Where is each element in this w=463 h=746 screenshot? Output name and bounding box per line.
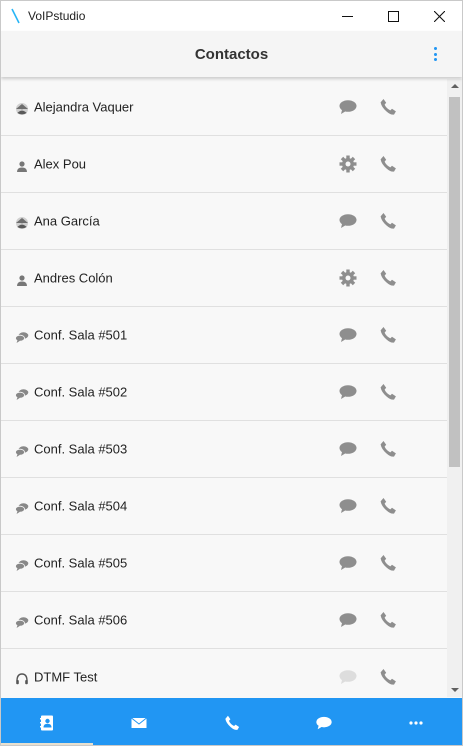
window-title: VoIPstudio xyxy=(28,9,86,23)
gear-icon[interactable] xyxy=(338,268,358,288)
nav-phone[interactable] xyxy=(185,698,277,745)
phone-icon[interactable] xyxy=(378,325,398,345)
contact-name: Conf. Sala #504 xyxy=(34,498,128,514)
page-title: Contactos xyxy=(194,45,269,63)
contact-name: Conf. Sala #502 xyxy=(34,384,128,400)
envelope-icon xyxy=(130,714,148,732)
contact-name: DTMF Test xyxy=(34,669,98,685)
phone-icon[interactable] xyxy=(378,268,398,288)
conference-icon xyxy=(15,501,29,515)
chat-bubble-icon[interactable] xyxy=(338,439,358,459)
user-circle-icon xyxy=(15,102,29,116)
title-bar[interactable]: VoIPstudio xyxy=(1,1,462,31)
contact-name: Alex Pou xyxy=(34,156,87,172)
voipstudio-logo-icon xyxy=(11,8,20,24)
contact-row[interactable]: Conf. Sala #501 xyxy=(1,307,447,364)
more-options-icon[interactable] xyxy=(430,45,440,63)
chat-bubble-icon[interactable] xyxy=(338,496,358,516)
chat-bubble-disabled-icon xyxy=(338,667,358,687)
app-window: VoIPstudio Contactos Alejandra Vaquer Ale… xyxy=(0,0,463,746)
phone-icon[interactable] xyxy=(378,496,398,516)
contact-row[interactable]: Alex Pou xyxy=(1,136,447,193)
chat-bubble-icon[interactable] xyxy=(338,553,358,573)
phone-icon[interactable] xyxy=(378,382,398,402)
minimize-icon xyxy=(341,15,353,17)
scroll-up-arrow[interactable] xyxy=(451,84,459,88)
scrollbar-thumb[interactable] xyxy=(449,97,460,467)
person-icon xyxy=(15,159,29,173)
contact-name: Conf. Sala #503 xyxy=(34,441,128,457)
contact-row[interactable]: Alejandra Vaquer xyxy=(1,79,447,136)
scrollbar[interactable] xyxy=(447,79,462,697)
contact-name: Alejandra Vaquer xyxy=(34,99,134,115)
chat-bubble-icon[interactable] xyxy=(338,211,358,231)
contact-row[interactable]: Conf. Sala #506 xyxy=(1,592,447,649)
nav-chat-bubble[interactable] xyxy=(278,698,370,745)
chat-bubble-icon[interactable] xyxy=(338,610,358,630)
contact-name: Andres Colón xyxy=(34,270,113,286)
phone-icon xyxy=(223,714,241,732)
conference-icon xyxy=(15,615,29,629)
nav-more-dots[interactable] xyxy=(370,698,462,745)
conference-icon xyxy=(15,558,29,572)
chat-bubble-icon[interactable] xyxy=(338,97,358,117)
chat-bubble-icon[interactable] xyxy=(338,325,358,345)
bottom-navigation xyxy=(1,698,462,745)
user-circle-icon xyxy=(15,216,29,230)
phone-icon[interactable] xyxy=(378,553,398,573)
contact-row[interactable]: Ana García xyxy=(1,193,447,250)
scroll-down-arrow[interactable] xyxy=(451,688,459,692)
contact-row[interactable]: DTMF Test xyxy=(1,649,447,697)
phone-icon[interactable] xyxy=(378,439,398,459)
contact-name: Conf. Sala #506 xyxy=(34,612,128,628)
contact-row[interactable]: Conf. Sala #502 xyxy=(1,364,447,421)
app-header: Contactos xyxy=(1,31,462,77)
phone-icon[interactable] xyxy=(378,154,398,174)
close-button[interactable] xyxy=(416,1,462,31)
maximize-icon xyxy=(387,10,399,22)
close-icon xyxy=(433,10,445,22)
contact-list[interactable]: Alejandra Vaquer Alex Pou Ana García Andres… xyxy=(1,79,447,697)
chat-bubble-icon[interactable] xyxy=(338,382,358,402)
conference-icon xyxy=(15,444,29,458)
maximize-button[interactable] xyxy=(370,1,416,31)
contact-row[interactable]: Conf. Sala #503 xyxy=(1,421,447,478)
person-icon xyxy=(15,273,29,287)
contact-name: Ana García xyxy=(34,213,100,229)
gear-icon[interactable] xyxy=(338,154,358,174)
headset-icon xyxy=(15,672,29,686)
contact-row[interactable]: Conf. Sala #504 xyxy=(1,478,447,535)
conference-icon xyxy=(15,387,29,401)
phone-icon[interactable] xyxy=(378,97,398,117)
phone-icon[interactable] xyxy=(378,211,398,231)
conference-icon xyxy=(15,330,29,344)
minimize-button[interactable] xyxy=(324,1,370,31)
nav-envelope[interactable] xyxy=(93,698,185,745)
contact-name: Conf. Sala #505 xyxy=(34,555,128,571)
phone-icon[interactable] xyxy=(378,610,398,630)
more-dots-icon xyxy=(407,714,425,732)
window-controls xyxy=(324,1,462,31)
phone-icon[interactable] xyxy=(378,667,398,687)
chat-bubble-icon xyxy=(315,714,333,732)
contact-row[interactable]: Conf. Sala #505 xyxy=(1,535,447,592)
nav-contacts-book[interactable] xyxy=(1,698,93,745)
contacts-book-icon xyxy=(38,714,56,732)
contact-name: Conf. Sala #501 xyxy=(34,327,128,343)
contact-row[interactable]: Andres Colón xyxy=(1,250,447,307)
